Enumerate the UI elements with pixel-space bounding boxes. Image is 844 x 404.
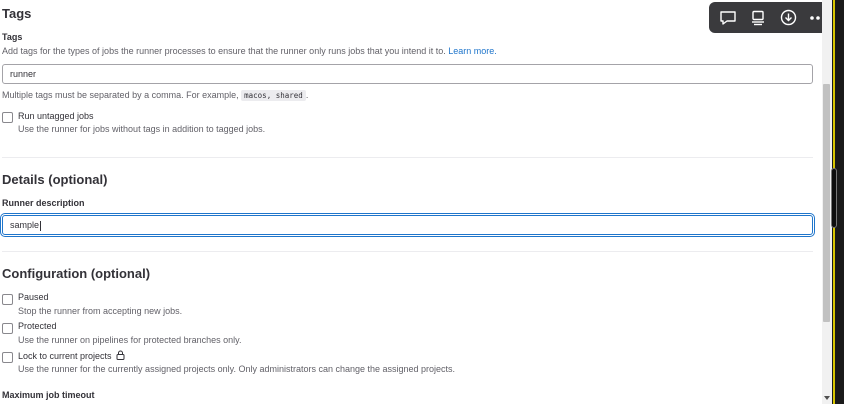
run-untagged-help: Use the runner for jobs without tags in … (18, 124, 266, 134)
tags-label: Tags (2, 32, 23, 42)
lock-icon (116, 350, 125, 360)
floating-toolbar (709, 2, 837, 33)
scroll-down-arrow-icon[interactable] (824, 396, 830, 400)
download-button[interactable] (774, 5, 802, 31)
details-section-title: Details (optional) (2, 172, 108, 187)
screen-button[interactable] (744, 5, 772, 31)
comment-button[interactable] (714, 5, 742, 31)
configuration-section-title: Configuration (optional) (2, 266, 151, 281)
tags-example-code: macos, shared (241, 90, 306, 101)
tags-section-title: Tags (2, 6, 32, 21)
tags-separator-help-suffix: . (305, 90, 309, 100)
lock-projects-help: Use the runner for the currently assigne… (18, 364, 456, 374)
section-divider (2, 251, 813, 252)
runner-description-value: sample (10, 220, 40, 230)
runner-form: Tags Tags Add tags for the types of jobs… (0, 0, 822, 404)
protected-help: Use the runner on pipelines for protecte… (18, 335, 242, 345)
run-untagged-checkbox[interactable] (2, 112, 13, 123)
max-timeout-label: Maximum job timeout (2, 390, 95, 400)
lock-projects-label-row[interactable]: Lock to current projects (18, 350, 125, 361)
lock-projects-checkbox[interactable] (2, 352, 13, 363)
learn-more-link[interactable]: Learn more. (448, 46, 497, 56)
comment-icon (720, 10, 736, 25)
text-caret (40, 220, 42, 231)
protected-checkbox[interactable] (2, 323, 13, 334)
paused-help: Stop the runner from accepting new jobs. (18, 306, 183, 316)
scrollbar-thumb[interactable] (823, 84, 830, 322)
runner-description-label: Runner description (2, 198, 85, 208)
paused-checkbox[interactable] (2, 294, 13, 305)
run-untagged-label[interactable]: Run untagged jobs (18, 111, 94, 121)
download-icon (780, 9, 796, 26)
section-divider (2, 157, 813, 158)
tags-separator-help-prefix: Multiple tags must be separated by a com… (2, 90, 239, 100)
runner-description-input[interactable]: sample (2, 215, 813, 235)
tags-help-text: Add tags for the types of jobs the runne… (2, 46, 497, 56)
tags-help-sentence: Add tags for the types of jobs the runne… (2, 46, 446, 56)
tags-input-value: runner (10, 69, 37, 79)
resize-handle[interactable] (831, 168, 837, 228)
tags-separator-help: Multiple tags must be separated by a com… (2, 90, 309, 101)
protected-label[interactable]: Protected (18, 321, 57, 331)
lock-projects-label: Lock to current projects (18, 351, 112, 361)
paused-label[interactable]: Paused (18, 292, 49, 302)
tags-input[interactable]: runner (2, 64, 813, 84)
screen-icon (752, 10, 764, 25)
